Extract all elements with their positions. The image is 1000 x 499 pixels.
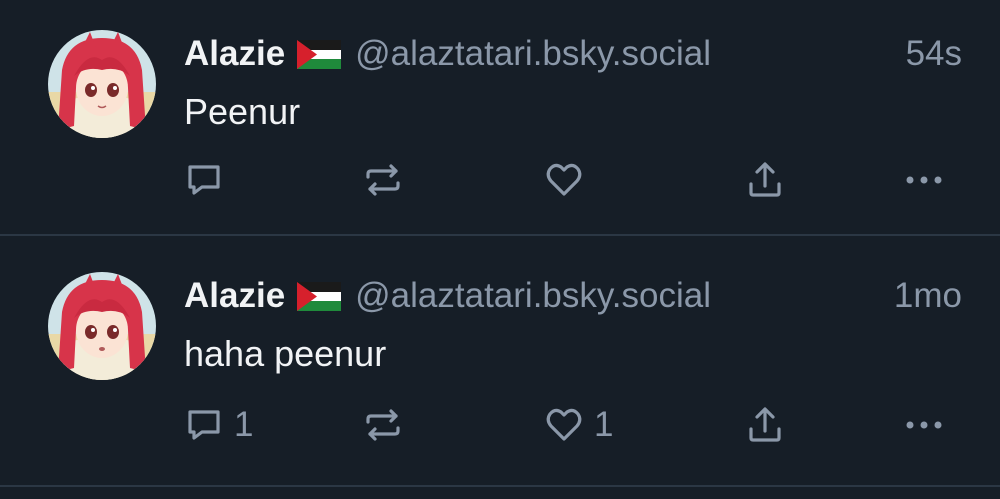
reply-count: 1 [234, 405, 254, 444]
avatar[interactable] [48, 272, 156, 380]
more-options-button[interactable] [904, 405, 946, 445]
reply-icon [184, 160, 224, 200]
share-button[interactable] [746, 160, 784, 200]
post-timestamp[interactable]: 54s [906, 34, 962, 74]
post-timestamp[interactable]: 1mo [894, 276, 962, 316]
like-icon [544, 405, 584, 445]
post-text: haha peenur [184, 333, 387, 374]
more-icon [904, 160, 946, 200]
palestine-flag-icon [297, 39, 342, 69]
post-header: Alazie @alaztatari.bsky.social 1mo [184, 274, 962, 318]
palestine-flag-icon [297, 281, 342, 311]
post-actions: 1 1 [0, 405, 1000, 445]
reply-button[interactable]: 1 [184, 405, 253, 445]
more-options-button[interactable] [904, 160, 946, 200]
repost-button[interactable] [363, 160, 403, 200]
reply-icon [184, 405, 224, 445]
like-button[interactable]: 1 [544, 405, 613, 445]
post-actions [0, 160, 1000, 200]
repost-icon [363, 405, 403, 445]
like-button[interactable] [544, 160, 594, 200]
author-handle[interactable]: @alaztatari.bsky.social [355, 276, 884, 316]
post[interactable]: Alazie @alaztatari.bsky.social 54s Peenu… [0, 0, 1000, 236]
reply-button[interactable] [184, 160, 234, 200]
share-icon [746, 405, 784, 445]
author-name[interactable]: Alazie [184, 34, 285, 74]
share-button[interactable] [746, 405, 784, 445]
more-icon [904, 405, 946, 445]
like-count: 1 [594, 405, 614, 444]
repost-icon [363, 160, 403, 200]
post[interactable]: Alazie @alaztatari.bsky.social 1mo haha … [0, 238, 1000, 487]
author-name[interactable]: Alazie [184, 276, 285, 316]
avatar[interactable] [48, 30, 156, 138]
post-text: Peenur [184, 91, 301, 132]
post-header: Alazie @alaztatari.bsky.social 54s [184, 32, 962, 76]
author-handle[interactable]: @alaztatari.bsky.social [355, 34, 895, 74]
repost-button[interactable] [363, 405, 403, 445]
share-icon [746, 160, 784, 200]
like-icon [544, 160, 584, 200]
